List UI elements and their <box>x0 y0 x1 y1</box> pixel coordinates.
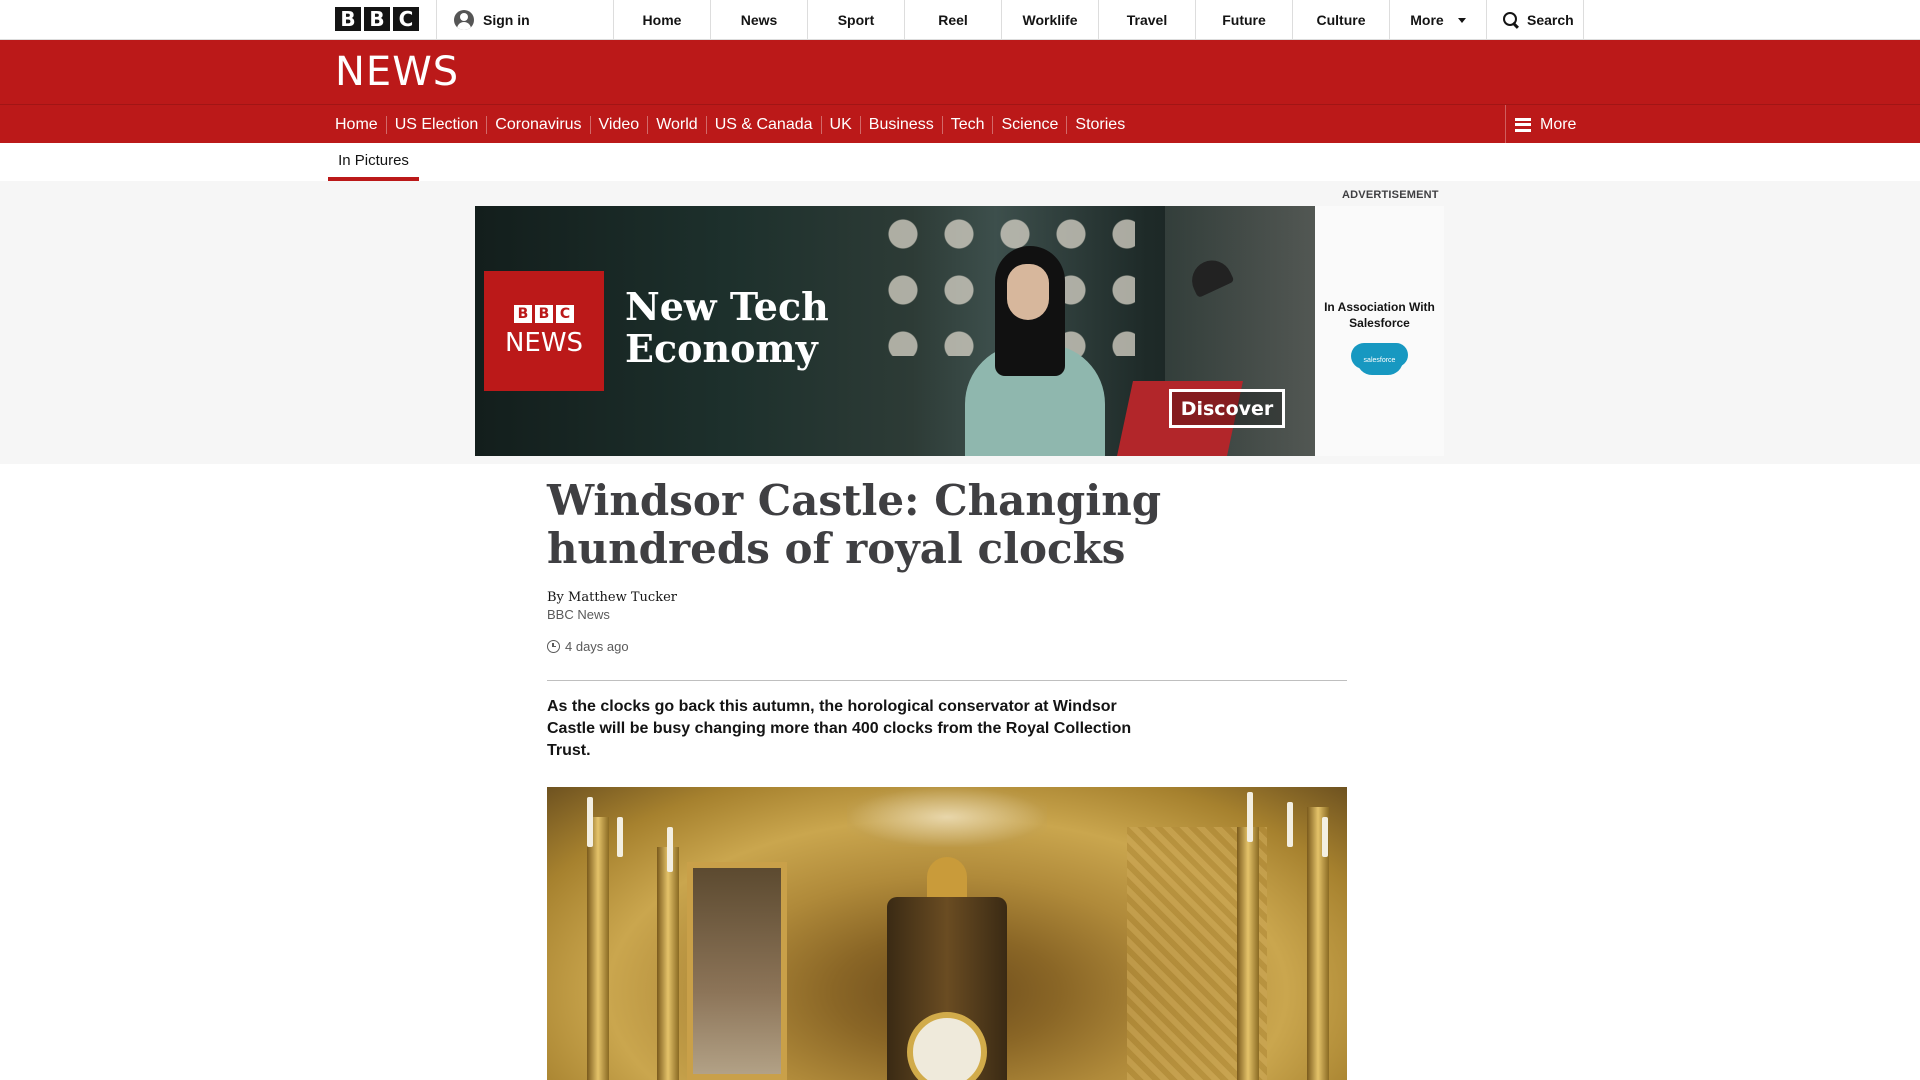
sign-in-button[interactable]: Sign in <box>436 0 614 40</box>
section-nav-uk[interactable]: UK <box>820 115 860 134</box>
section-nav: Home US Election Coronavirus Video World… <box>0 104 1920 144</box>
section-nav-us-election[interactable]: US Election <box>385 115 487 134</box>
search-label: Search <box>1527 12 1574 28</box>
ad-discover-button[interactable]: Discover <box>1169 389 1285 428</box>
tab-in-pictures[interactable]: In Pictures <box>328 143 419 181</box>
article-hero-image <box>547 787 1347 1080</box>
clock-icon <box>547 640 560 653</box>
sign-in-label: Sign in <box>483 12 530 28</box>
byline-organisation: BBC News <box>547 607 610 622</box>
top-nav-more-button[interactable]: More <box>1390 0 1487 40</box>
caret-down-icon <box>1457 17 1466 23</box>
search-button[interactable]: Search <box>1487 0 1584 40</box>
advertisement-area: ADVERTISEMENT B B C NEWS New Tech Econom… <box>0 181 1920 464</box>
ad-logo-letter: C <box>556 305 574 323</box>
ad-association-text: In Association With Salesforce <box>1324 300 1435 330</box>
top-nav-home[interactable]: Home <box>614 0 711 40</box>
section-nav-science[interactable]: Science <box>992 115 1066 134</box>
section-nav-video[interactable]: Video <box>589 115 648 134</box>
menu-icon <box>1515 117 1531 132</box>
top-nav-sport[interactable]: Sport <box>808 0 905 40</box>
ad-sponsor-panel[interactable]: In Association With Salesforce salesforc… <box>1315 206 1444 456</box>
divider <box>547 680 1347 681</box>
top-nav-reel[interactable]: Reel <box>905 0 1002 40</box>
section-nav-more-label: More <box>1540 115 1577 133</box>
advertisement-label: ADVERTISEMENT <box>1342 189 1439 201</box>
user-icon <box>454 10 474 30</box>
timestamp-text: 4 days ago <box>565 639 629 654</box>
top-nav-news[interactable]: News <box>711 0 808 40</box>
article-timestamp: 4 days ago <box>547 639 629 654</box>
top-nav-culture[interactable]: Culture <box>1293 0 1390 40</box>
bbc-top-bar: B B C Sign in Home News Sport Reel Workl… <box>0 0 1920 40</box>
ad-bbc-news-logo: B B C NEWS <box>484 271 604 391</box>
section-nav-us-canada[interactable]: US & Canada <box>705 115 821 134</box>
section-nav-coronavirus[interactable]: Coronavirus <box>486 115 589 134</box>
top-nav-more-label: More <box>1410 12 1444 28</box>
byline-author: By Matthew Tucker <box>547 590 677 605</box>
ad-person-image <box>955 246 1115 456</box>
section-nav-world[interactable]: World <box>647 115 706 134</box>
news-wordmark-logo[interactable]: NEWS <box>335 50 459 94</box>
article-headline: Windsor Castle: Changing hundreds of roy… <box>547 476 1162 573</box>
advertisement-banner[interactable]: B B C NEWS New Tech Economy Discover <box>475 206 1315 456</box>
top-nav-travel[interactable]: Travel <box>1099 0 1196 40</box>
bbc-logo-letter: B <box>364 7 390 31</box>
ad-logo-letter: B <box>535 305 553 323</box>
section-nav-more-button[interactable]: More <box>1505 105 1588 144</box>
bbc-logo-letter: B <box>335 7 361 31</box>
section-nav-stories[interactable]: Stories <box>1066 115 1133 134</box>
bbc-logo-letter: C <box>393 7 419 31</box>
top-nav: Home News Sport Reel Worklife Travel Fut… <box>613 0 1584 40</box>
section-nav-home[interactable]: Home <box>327 116 386 134</box>
salesforce-logo-icon: salesforce <box>1356 345 1403 375</box>
bbc-logo[interactable]: B B C <box>335 7 419 31</box>
ad-logo-wordmark: NEWS <box>504 328 584 358</box>
ad-logo-letter: B <box>514 305 532 323</box>
article-intro: As the clocks go back this autumn, the h… <box>547 698 1132 759</box>
section-nav-tech[interactable]: Tech <box>941 115 993 134</box>
search-icon <box>1503 12 1519 28</box>
ad-headline: New Tech Economy <box>625 284 829 371</box>
section-nav-business[interactable]: Business <box>859 115 942 134</box>
sub-nav: In Pictures <box>0 143 1920 181</box>
top-nav-worklife[interactable]: Worklife <box>1002 0 1099 40</box>
news-header-band: NEWS <box>0 40 1920 104</box>
top-nav-future[interactable]: Future <box>1196 0 1293 40</box>
